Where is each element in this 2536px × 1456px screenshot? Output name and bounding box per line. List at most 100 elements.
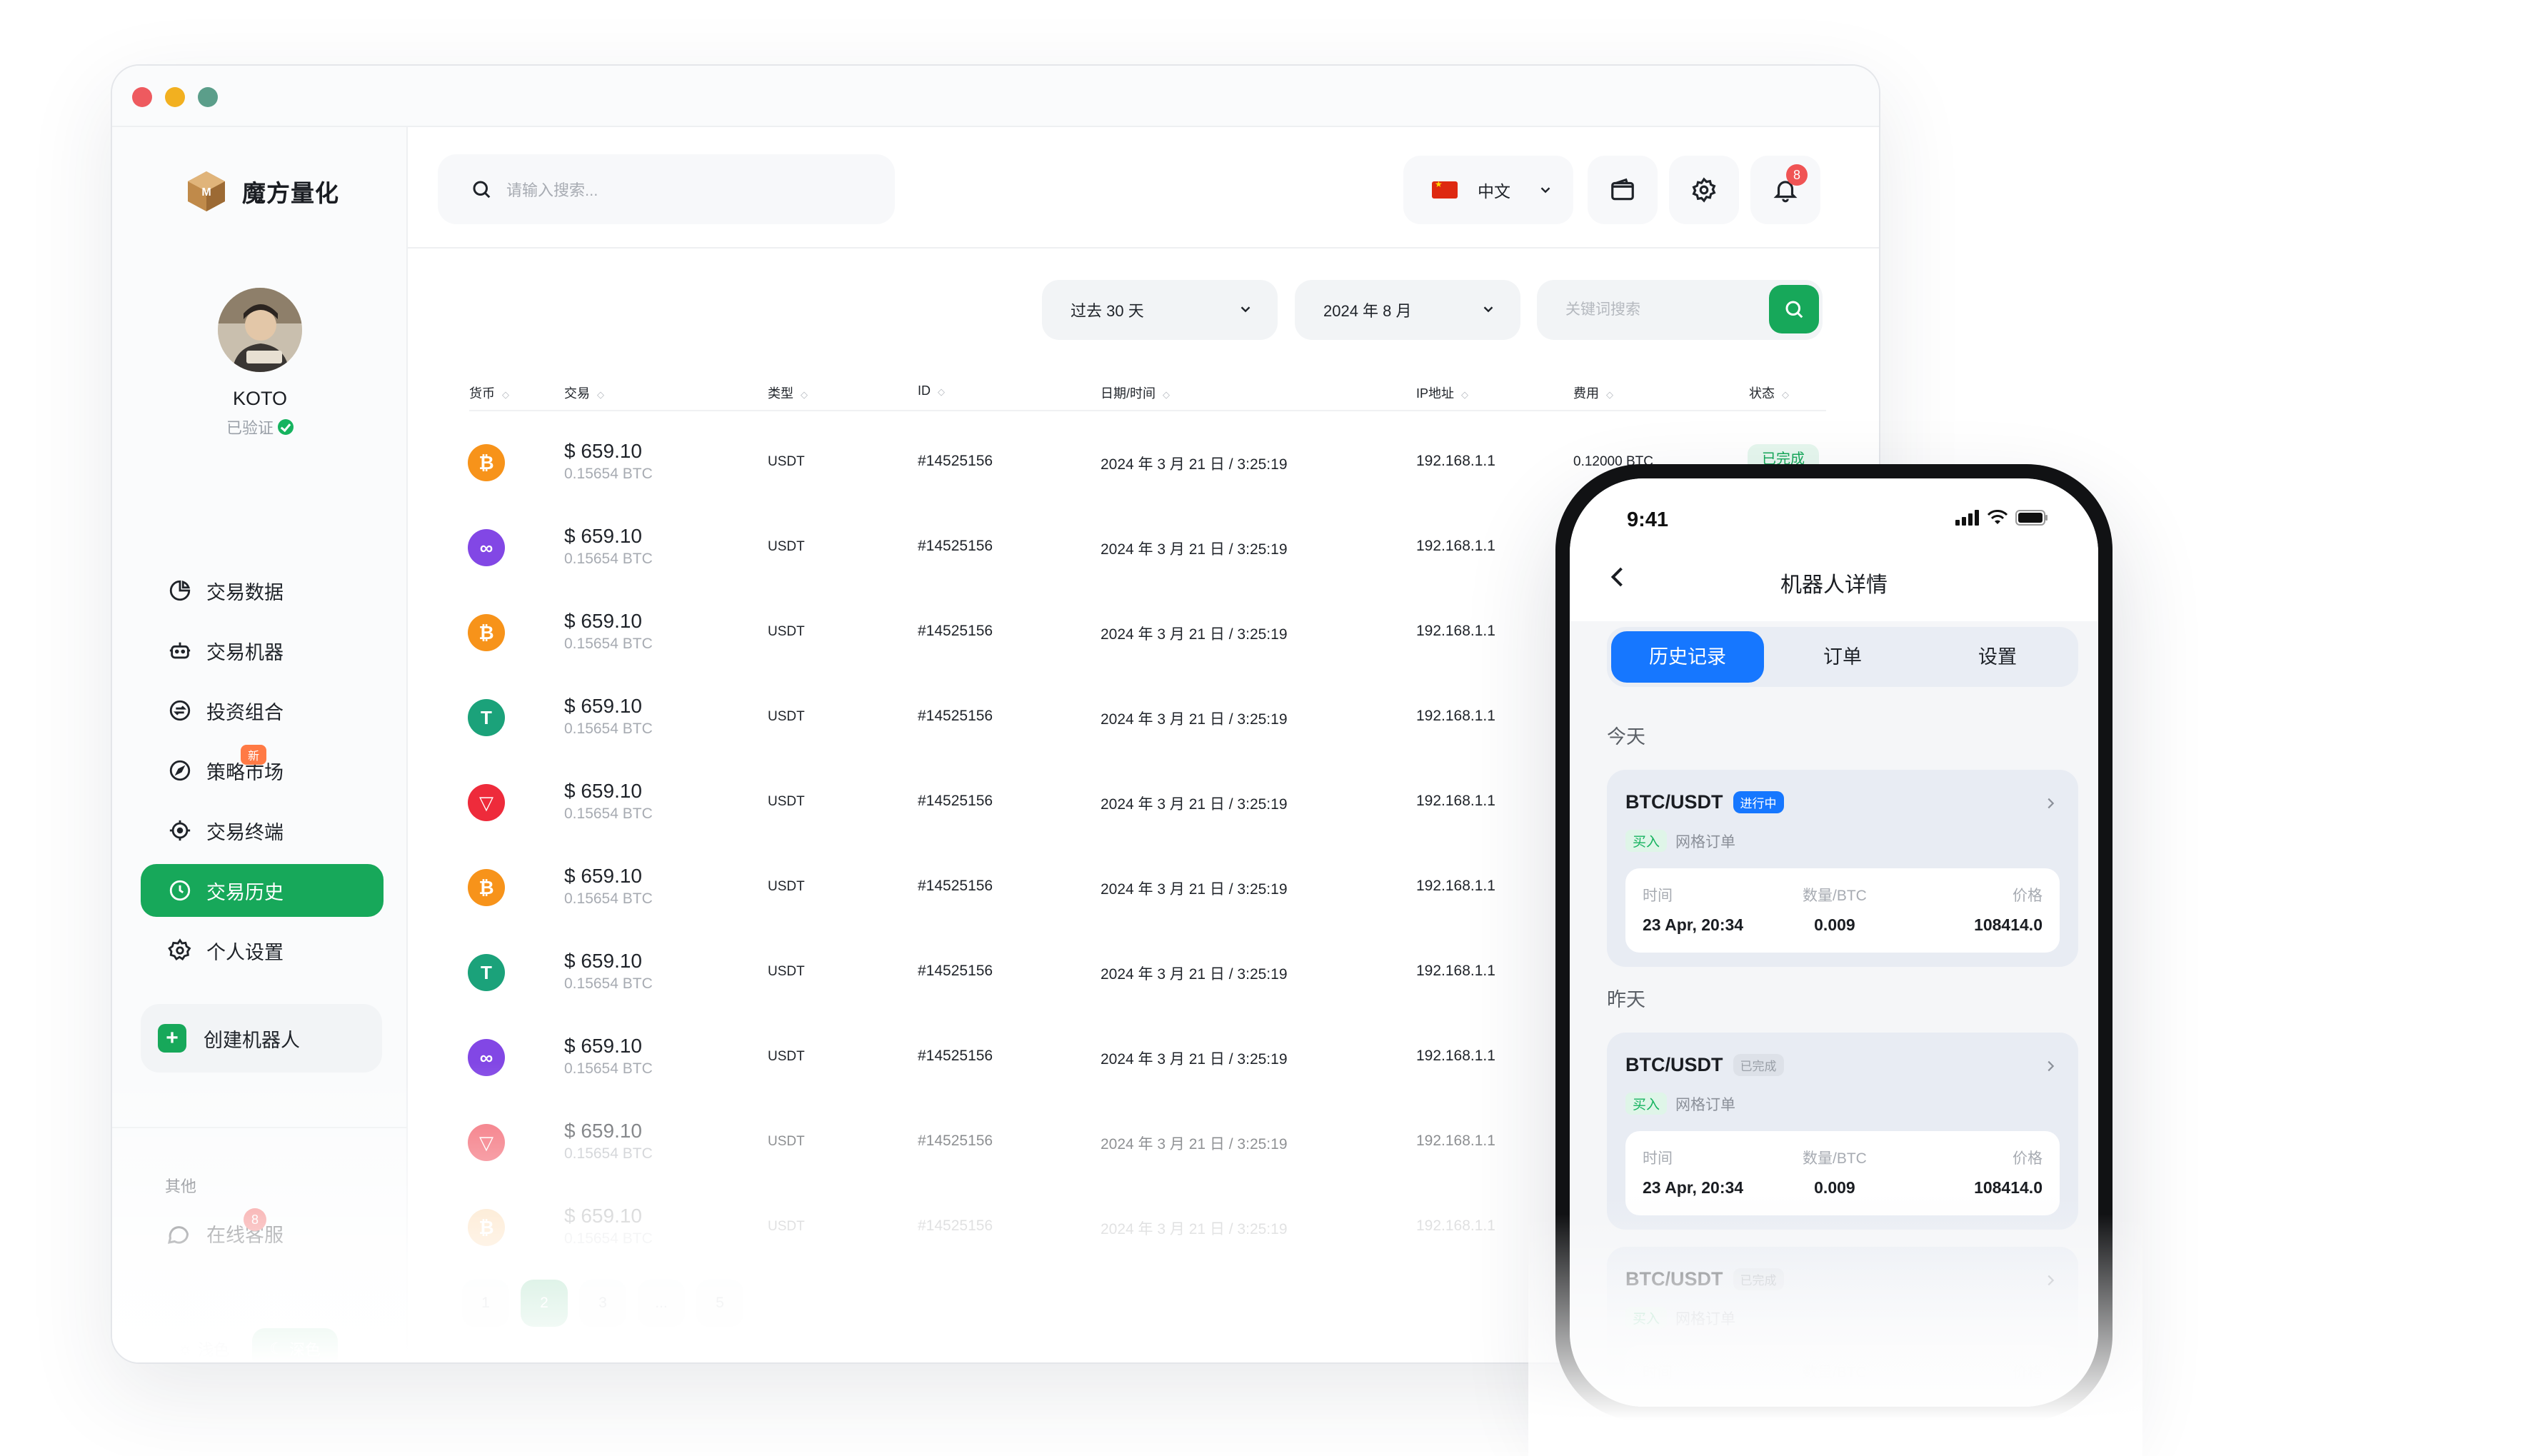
sort-icon: ◇ [801, 389, 808, 400]
trading-pair: BTC/USDT [1625, 1054, 1723, 1075]
brand[interactable]: M 魔方量化 [184, 164, 339, 219]
column-header-ip[interactable]: IP地址 ◇ [1416, 383, 1468, 402]
language-label: 中文 [1478, 182, 1510, 201]
sort-icon: ◇ [1782, 389, 1789, 400]
chevron-right-icon [2048, 798, 2055, 809]
cube-logo-icon: M [188, 171, 225, 211]
light-theme-option[interactable]: ☼ 浅色 [165, 1337, 242, 1360]
trade-ip: 192.168.1.1 [1416, 453, 1495, 469]
phone-nav-bar: 机器人详情 [1570, 543, 2098, 621]
trade-type: USDT [768, 1049, 805, 1064]
trading-pair: BTC/USDT [1625, 791, 1723, 813]
column-header-trade[interactable]: 交易 ◇ [564, 383, 604, 402]
dark-theme-label: 深色 [289, 1341, 321, 1359]
page-button[interactable]: 5 [696, 1280, 743, 1327]
quantity-column: 数量/BTC 0.009 [1803, 884, 1867, 935]
trade-amount: $ 659.10 [564, 1205, 642, 1227]
trade-id: #14525156 [918, 878, 993, 894]
status-time: 9:41 [1627, 508, 1669, 531]
column-header-status[interactable]: 状态 ◇ [1749, 383, 1789, 402]
trade-id: #14525156 [918, 453, 993, 469]
profile-name: KOTO [232, 388, 288, 409]
mat-coin-icon: ∞ [468, 529, 505, 566]
app-name: 魔方量化 [242, 180, 339, 206]
trade-type: USDT [768, 794, 805, 809]
time-label: 时间 [1643, 888, 1673, 904]
card-order-info: 买入网格订单 [1625, 830, 1735, 852]
search-input[interactable]: 请输入搜索... [438, 154, 895, 224]
language-selector[interactable]: 中文 [1403, 156, 1573, 224]
trade-ip: 192.168.1.1 [1416, 538, 1495, 554]
trade-amount-btc: 0.15654 BTC [564, 721, 653, 737]
page-button[interactable]: 3 [579, 1280, 626, 1327]
column-header-currency[interactable]: 货币 ◇ [469, 383, 509, 402]
keyword-search-button[interactable] [1769, 285, 1819, 333]
trx-coin-icon: ▽ [468, 784, 505, 821]
trade-amount: $ 659.10 [564, 440, 642, 462]
maximize-window-dot[interactable] [198, 87, 218, 107]
trade-ip: 192.168.1.1 [1416, 708, 1495, 724]
trade-id: #14525156 [918, 1133, 993, 1149]
pagination: 1 2 3... 5 [462, 1280, 743, 1327]
page-button[interactable]: 2 [521, 1280, 568, 1327]
column-header-type[interactable]: 类型 ◇ [768, 383, 808, 402]
avatar[interactable] [218, 288, 302, 372]
gear-icon [1692, 177, 1716, 203]
price-label: 价格 [2013, 888, 2043, 904]
trade-ip: 192.168.1.1 [1416, 1217, 1495, 1234]
dark-theme-option[interactable]: ☾ 深色 [252, 1328, 338, 1362]
settings-button[interactable] [1669, 156, 1739, 224]
quantity-label: 数量/BTC [1803, 1150, 1867, 1167]
battery-icon [2015, 510, 2048, 526]
trade-amount: $ 659.10 [564, 610, 642, 632]
trade-type: USDT [768, 709, 805, 724]
mat-coin-icon: ∞ [468, 1039, 505, 1076]
search-icon [473, 181, 491, 199]
tab-orders[interactable]: 订单 [1766, 631, 1919, 683]
card-pair-title: BTC/USDT 已完成 [1625, 1054, 1784, 1076]
trade-ip: 192.168.1.1 [1416, 878, 1495, 894]
trade-datetime: 2024 年 3 月 21 日 / 3:25:19 [1101, 881, 1288, 898]
theme-toggle: ☼ 浅色 ☾ 深色 [165, 1327, 372, 1362]
month-select[interactable]: 2024 年 8 月 [1295, 280, 1520, 340]
buy-side-tag: 买入 [1625, 830, 1668, 852]
column-header-fee[interactable]: 费用 ◇ [1573, 383, 1613, 402]
trx-coin-icon: ▽ [468, 1124, 505, 1161]
period-value: 过去 30 天 [1071, 302, 1144, 320]
trade-amount-btc: 0.15654 BTC [564, 466, 653, 482]
phone-page-title: 机器人详情 [1780, 573, 1888, 597]
trade-type: USDT [768, 624, 805, 639]
history-card[interactable]: BTC/USDT 进行中 买入 网格订单 时间 23 Apr, 20:34 数量/BTC 0.… [1607, 770, 2078, 967]
trade-id: #14525156 [918, 1048, 993, 1064]
sort-icon: ◇ [1163, 389, 1171, 400]
trade-ip: 192.168.1.1 [1416, 963, 1495, 979]
search-placeholder: 请输入搜索... [506, 181, 598, 199]
page-button[interactable]: 1 [462, 1280, 509, 1327]
light-theme-label: 浅色 [198, 1341, 230, 1359]
column-header-id[interactable]: ID ◇ [918, 383, 945, 398]
tab-settings[interactable]: 设置 [1921, 631, 2074, 683]
wallet-button[interactable] [1588, 156, 1658, 224]
time-label: 时间 [1643, 1150, 1673, 1167]
chevron-down-icon [1540, 187, 1550, 194]
sort-icon: ◇ [1606, 389, 1613, 400]
trade-datetime: 2024 年 3 月 21 日 / 3:25:19 [1101, 711, 1288, 728]
close-window-dot[interactable] [132, 87, 152, 107]
card-status-tag: 已完成 [1733, 1054, 1784, 1076]
trade-datetime: 2024 年 3 月 21 日 / 3:25:19 [1101, 1051, 1288, 1068]
month-value: 2024 年 8 月 [1323, 302, 1412, 320]
column-header-datetime[interactable]: 日期/时间 ◇ [1101, 383, 1170, 402]
window-titlebar [112, 66, 1879, 127]
btc-coin-icon: ₿ [468, 614, 505, 651]
time-column: 时间23 Apr, 20:34 [1643, 1147, 1743, 1198]
china-flag-icon [1432, 179, 1458, 199]
chevron-down-icon [1483, 306, 1493, 313]
period-select[interactable]: 过去 30 天 [1042, 280, 1278, 340]
tab-history[interactable]: 历史记录 [1611, 631, 1764, 683]
search-icon [1785, 301, 1803, 318]
minimize-window-dot[interactable] [165, 87, 185, 107]
trade-id: #14525156 [918, 538, 993, 554]
quantity-value: 0.009 [1814, 915, 1855, 934]
notifications-button[interactable]: 8 [1750, 156, 1820, 224]
sort-icon: ◇ [502, 389, 509, 400]
